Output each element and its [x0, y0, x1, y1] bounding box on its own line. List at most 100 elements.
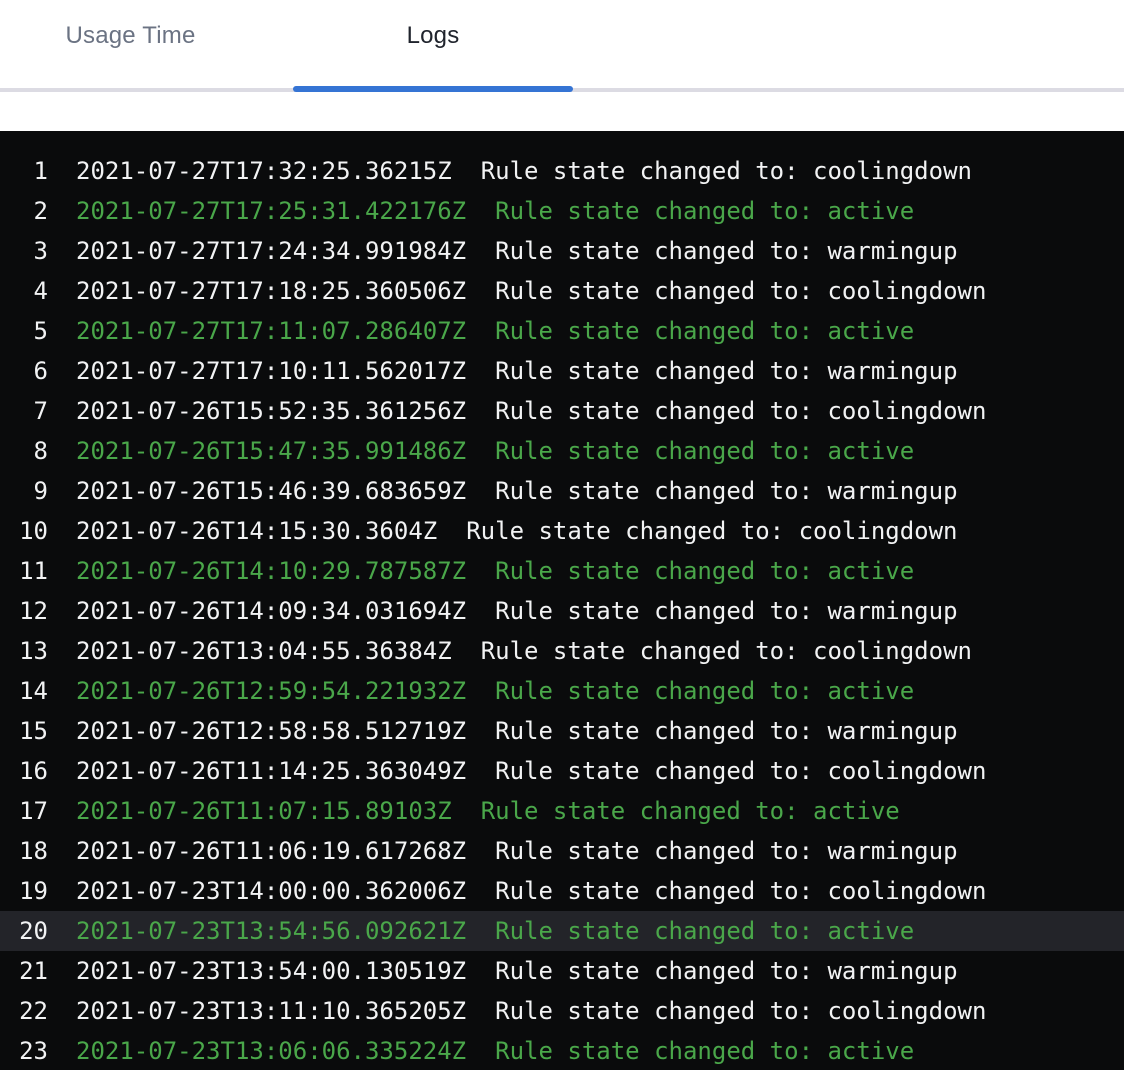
line-message: Rule state changed to: active	[495, 197, 914, 225]
log-row[interactable]: 7 2021-07-26T15:52:35.361256Z Rule state…	[0, 391, 1124, 431]
line-number: 23	[0, 1037, 48, 1065]
line-number: 22	[0, 997, 48, 1025]
line-number: 18	[0, 837, 48, 865]
log-row[interactable]: 13 2021-07-26T13:04:55.36384Z Rule state…	[0, 631, 1124, 671]
line-timestamp: 2021-07-27T17:25:31.422176Z	[76, 197, 466, 225]
log-row[interactable]: 14 2021-07-26T12:59:54.221932Z Rule stat…	[0, 671, 1124, 711]
line-number: 4	[0, 277, 48, 305]
line-timestamp: 2021-07-26T12:59:54.221932Z	[76, 677, 466, 705]
log-row[interactable]: 23 2021-07-23T13:06:06.335224Z Rule stat…	[0, 1031, 1124, 1070]
line-timestamp: 2021-07-27T17:24:34.991984Z	[76, 237, 466, 265]
log-row[interactable]: 21 2021-07-23T13:54:00.130519Z Rule stat…	[0, 951, 1124, 991]
line-message: Rule state changed to: active	[495, 437, 914, 465]
log-row[interactable]: 1 2021-07-27T17:32:25.36215Z Rule state …	[0, 151, 1124, 191]
log-row[interactable]: 15 2021-07-26T12:58:58.512719Z Rule stat…	[0, 711, 1124, 751]
line-timestamp: 2021-07-23T13:54:00.130519Z	[76, 957, 466, 985]
line-message: Rule state changed to: active	[495, 917, 914, 945]
log-row[interactable]: 19 2021-07-23T14:00:00.362006Z Rule stat…	[0, 871, 1124, 911]
tab-bar: Usage Time Logs	[0, 0, 1124, 92]
line-message: Rule state changed to: coolingdown	[495, 397, 986, 425]
line-number: 8	[0, 437, 48, 465]
line-number: 14	[0, 677, 48, 705]
log-row[interactable]: 3 2021-07-27T17:24:34.991984Z Rule state…	[0, 231, 1124, 271]
line-timestamp: 2021-07-26T11:06:19.617268Z	[76, 837, 466, 865]
line-timestamp: 2021-07-26T15:46:39.683659Z	[76, 477, 466, 505]
line-message: Rule state changed to: warmingup	[495, 837, 957, 865]
log-row[interactable]: 2 2021-07-27T17:25:31.422176Z Rule state…	[0, 191, 1124, 231]
log-row[interactable]: 20 2021-07-23T13:54:56.092621Z Rule stat…	[0, 911, 1124, 951]
line-number: 12	[0, 597, 48, 625]
log-row[interactable]: 22 2021-07-23T13:11:10.365205Z Rule stat…	[0, 991, 1124, 1031]
line-timestamp: 2021-07-26T13:04:55.36384Z	[76, 637, 452, 665]
line-number: 15	[0, 717, 48, 745]
log-row[interactable]: 18 2021-07-26T11:06:19.617268Z Rule stat…	[0, 831, 1124, 871]
tab-logs-label: Logs	[407, 22, 460, 50]
line-number: 19	[0, 877, 48, 905]
tab-usage-time-label: Usage Time	[65, 22, 195, 50]
line-timestamp: 2021-07-23T14:00:00.362006Z	[76, 877, 466, 905]
log-row[interactable]: 17 2021-07-26T11:07:15.89103Z Rule state…	[0, 791, 1124, 831]
line-number: 6	[0, 357, 48, 385]
line-timestamp: 2021-07-27T17:32:25.36215Z	[76, 157, 452, 185]
line-message: Rule state changed to: active	[495, 317, 914, 345]
line-message: Rule state changed to: coolingdown	[495, 877, 986, 905]
tab-logs[interactable]: Logs	[293, 0, 573, 88]
line-number: 2	[0, 197, 48, 225]
line-timestamp: 2021-07-26T12:58:58.512719Z	[76, 717, 466, 745]
line-timestamp: 2021-07-26T14:10:29.787587Z	[76, 557, 466, 585]
line-number: 16	[0, 757, 48, 785]
line-message: Rule state changed to: warmingup	[495, 477, 957, 505]
line-message: Rule state changed to: warmingup	[495, 237, 957, 265]
line-timestamp: 2021-07-27T17:18:25.360506Z	[76, 277, 466, 305]
line-message: Rule state changed to: coolingdown	[495, 757, 986, 785]
line-timestamp: 2021-07-26T11:07:15.89103Z	[76, 797, 452, 825]
active-tab-indicator	[293, 86, 573, 92]
log-row[interactable]: 12 2021-07-26T14:09:34.031694Z Rule stat…	[0, 591, 1124, 631]
line-timestamp: 2021-07-26T14:15:30.3604Z	[76, 517, 437, 545]
line-number: 20	[0, 917, 48, 945]
line-number: 5	[0, 317, 48, 345]
line-timestamp: 2021-07-27T17:10:11.562017Z	[76, 357, 466, 385]
line-message: Rule state changed to: warmingup	[495, 357, 957, 385]
log-row[interactable]: 4 2021-07-27T17:18:25.360506Z Rule state…	[0, 271, 1124, 311]
line-message: Rule state changed to: coolingdown	[495, 997, 986, 1025]
line-number: 10	[0, 517, 48, 545]
page: Usage Time Logs 1 2021-07-27T17:32:25.36…	[0, 0, 1124, 1070]
log-panel: 1 2021-07-27T17:32:25.36215Z Rule state …	[0, 131, 1124, 1070]
line-timestamp: 2021-07-23T13:54:56.092621Z	[76, 917, 466, 945]
log-row[interactable]: 16 2021-07-26T11:14:25.363049Z Rule stat…	[0, 751, 1124, 791]
line-message: Rule state changed to: warmingup	[495, 597, 957, 625]
line-number: 7	[0, 397, 48, 425]
line-message: Rule state changed to: warmingup	[495, 957, 957, 985]
line-number: 11	[0, 557, 48, 585]
line-timestamp: 2021-07-27T17:11:07.286407Z	[76, 317, 466, 345]
line-timestamp: 2021-07-23T13:06:06.335224Z	[76, 1037, 466, 1065]
line-message: Rule state changed to: coolingdown	[481, 157, 972, 185]
line-number: 13	[0, 637, 48, 665]
log-row[interactable]: 10 2021-07-26T14:15:30.3604Z Rule state …	[0, 511, 1124, 551]
line-number: 17	[0, 797, 48, 825]
line-number: 21	[0, 957, 48, 985]
line-timestamp: 2021-07-23T13:11:10.365205Z	[76, 997, 466, 1025]
line-message: Rule state changed to: active	[481, 797, 900, 825]
log-row[interactable]: 9 2021-07-26T15:46:39.683659Z Rule state…	[0, 471, 1124, 511]
tab-usage-time[interactable]: Usage Time	[13, 0, 248, 88]
line-timestamp: 2021-07-26T15:47:35.991486Z	[76, 437, 466, 465]
line-message: Rule state changed to: active	[495, 1037, 914, 1065]
log-row[interactable]: 6 2021-07-27T17:10:11.562017Z Rule state…	[0, 351, 1124, 391]
line-number: 3	[0, 237, 48, 265]
log-row[interactable]: 8 2021-07-26T15:47:35.991486Z Rule state…	[0, 431, 1124, 471]
line-message: Rule state changed to: active	[495, 677, 914, 705]
line-timestamp: 2021-07-26T14:09:34.031694Z	[76, 597, 466, 625]
log-row[interactable]: 5 2021-07-27T17:11:07.286407Z Rule state…	[0, 311, 1124, 351]
log-row[interactable]: 11 2021-07-26T14:10:29.787587Z Rule stat…	[0, 551, 1124, 591]
line-message: Rule state changed to: coolingdown	[481, 637, 972, 665]
line-message: Rule state changed to: warmingup	[495, 717, 957, 745]
line-message: Rule state changed to: active	[495, 557, 914, 585]
line-message: Rule state changed to: coolingdown	[466, 517, 957, 545]
line-number: 9	[0, 477, 48, 505]
line-timestamp: 2021-07-26T15:52:35.361256Z	[76, 397, 466, 425]
line-timestamp: 2021-07-26T11:14:25.363049Z	[76, 757, 466, 785]
line-message: Rule state changed to: coolingdown	[495, 277, 986, 305]
line-number: 1	[0, 157, 48, 185]
